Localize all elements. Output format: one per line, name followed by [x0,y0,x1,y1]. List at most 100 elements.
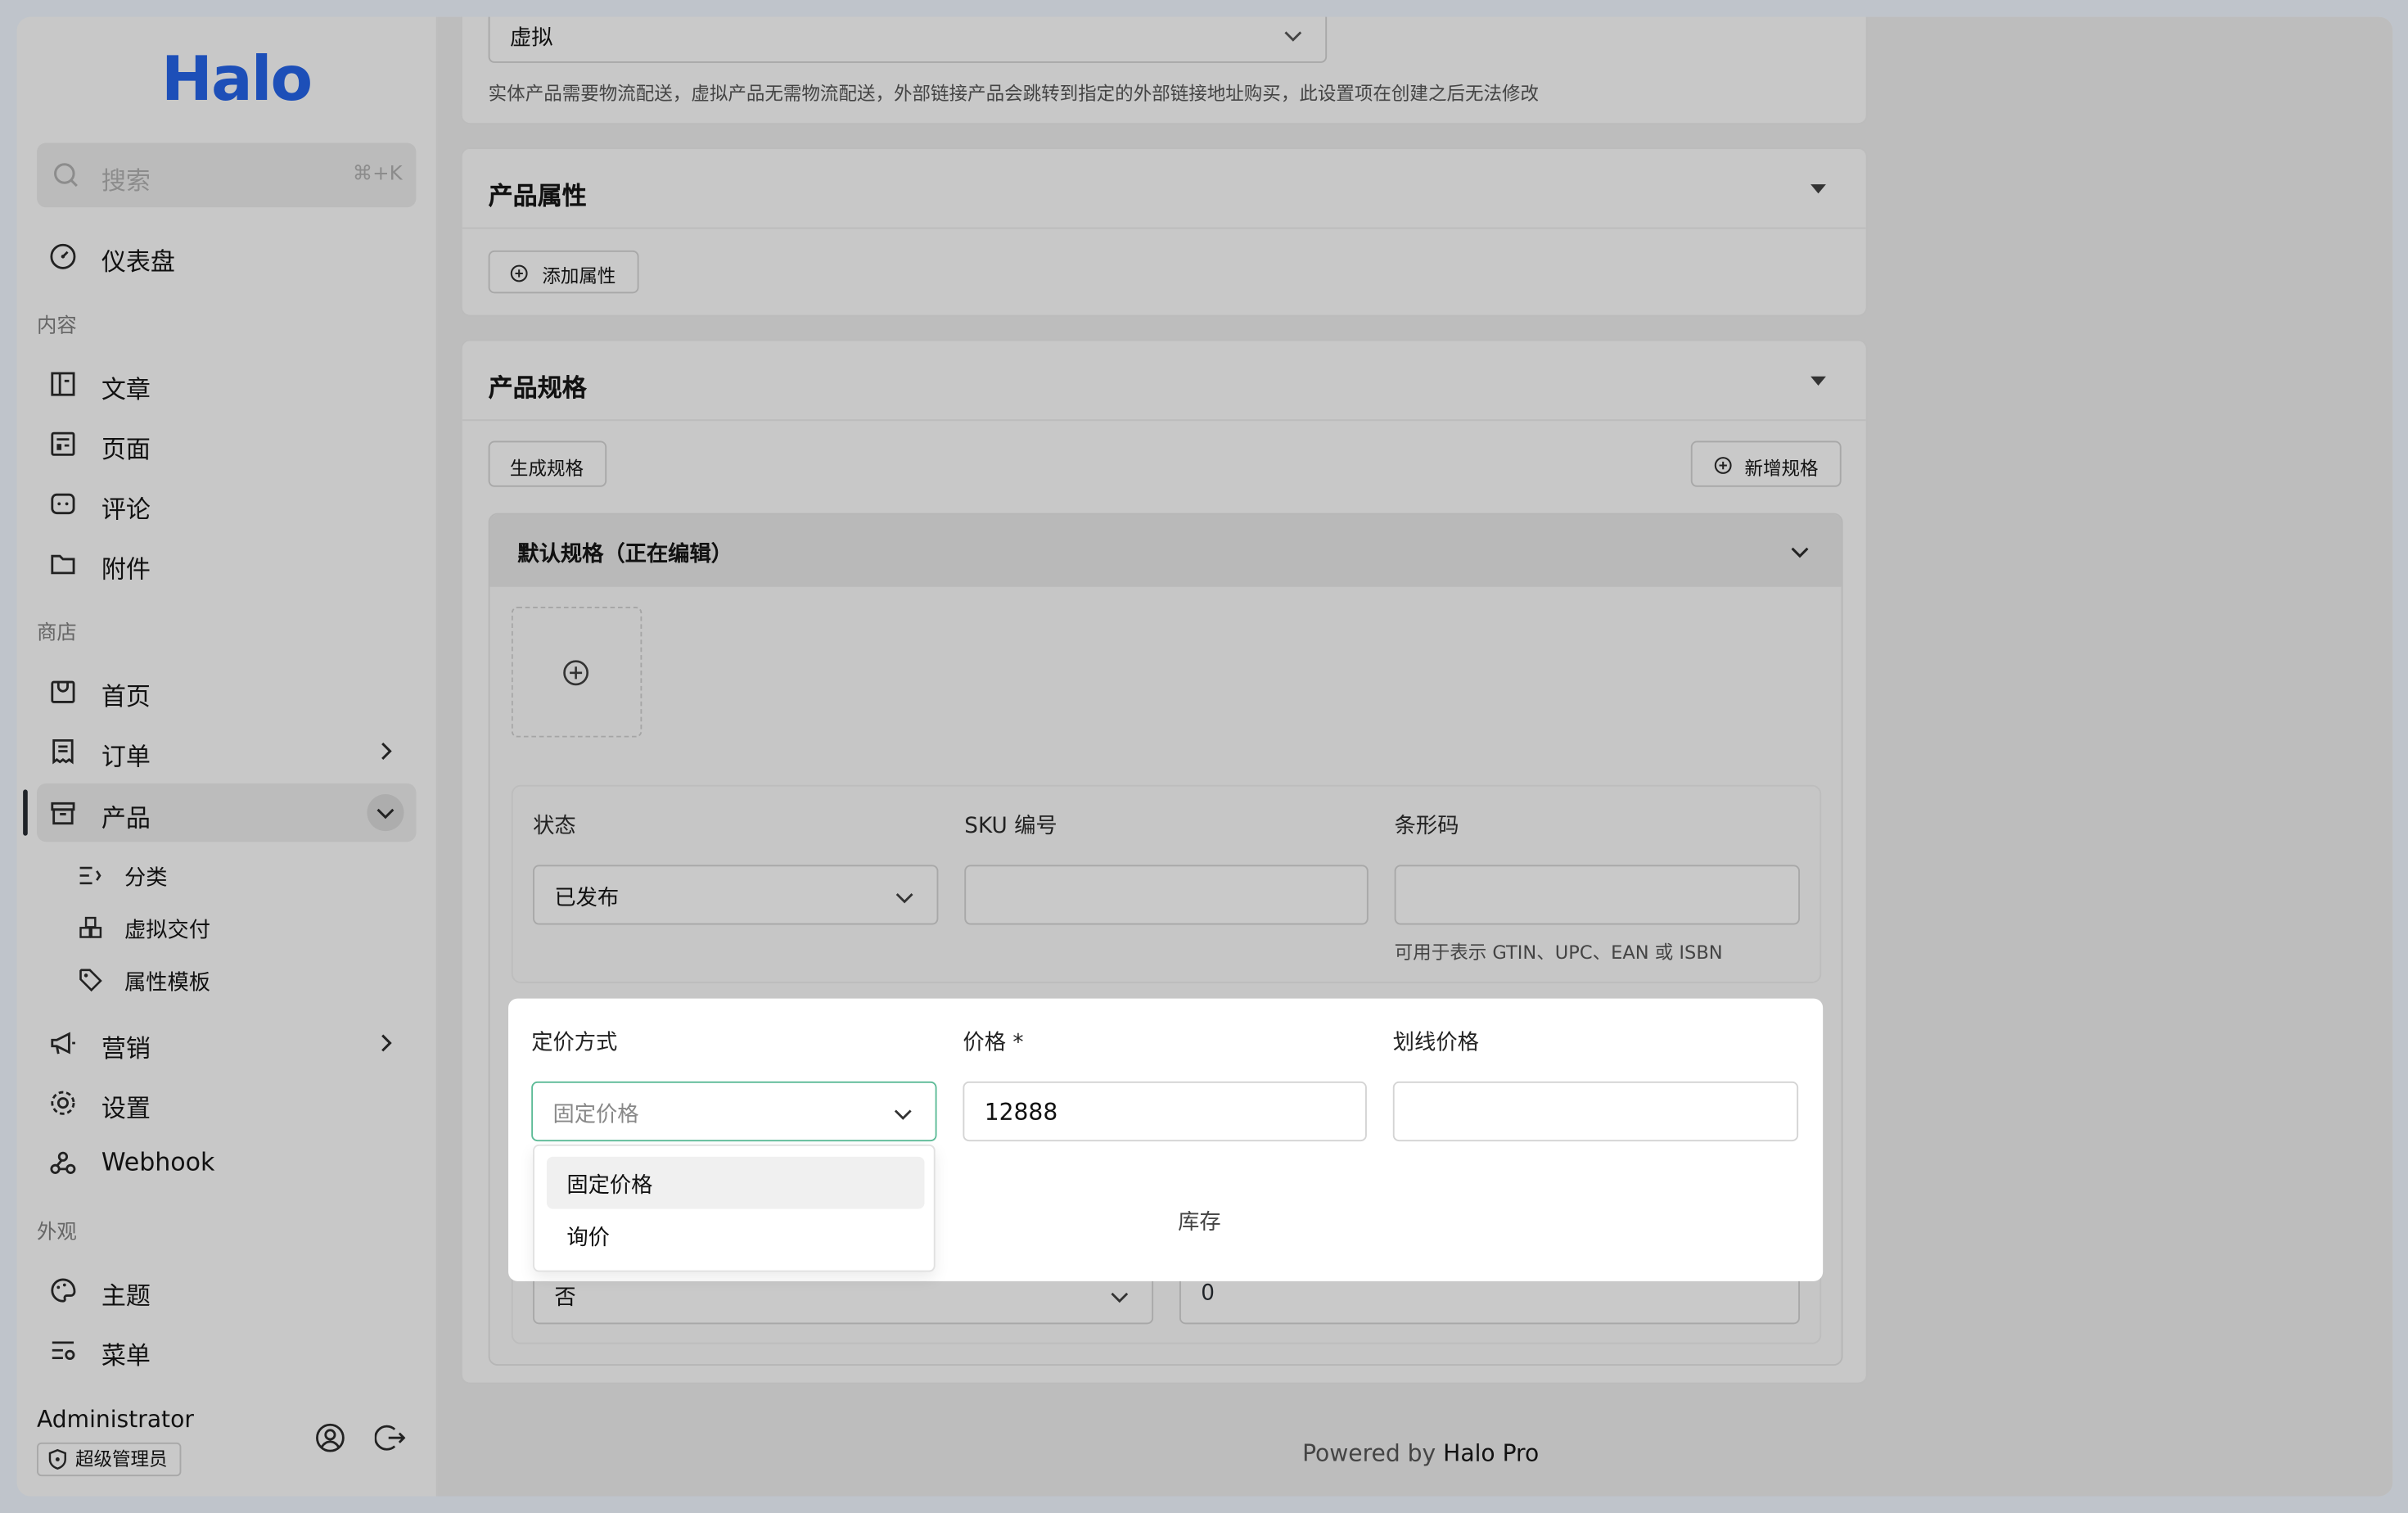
group-label-shop: 商店 [37,621,77,646]
sidebar-item-menus[interactable]: 菜单 [37,1321,416,1380]
sidebar-item-shop-home[interactable]: 首页 [37,662,416,720]
card-title: 产品规格 [488,373,587,403]
card-title: 产品属性 [488,181,587,211]
sidebar-item-marketing[interactable]: 营销 [37,1014,416,1072]
footer-brand[interactable]: Halo Pro [1443,1439,1539,1467]
chevron-right-icon [381,743,392,760]
generate-spec-button[interactable]: 生成规格 [488,440,607,487]
group-label-appearance: 外观 [37,1221,77,1244]
sidebar-item-attachments[interactable]: 附件 [37,535,416,593]
caret-down-icon[interactable] [1809,183,1828,195]
button-label: 添加属性 [542,265,616,287]
chevron-down-icon [1284,31,1302,42]
sidebar-subitem-virtual-delivery[interactable]: 虚拟交付 [79,905,417,951]
role-badge: 超级管理员 [37,1442,182,1477]
dropdown-option-fixed[interactable]: 固定价格 [546,1156,925,1209]
user-name: Administrator [37,1405,194,1434]
sidebar-item-label: 附件 [101,554,151,584]
palette-icon [51,1278,76,1303]
sidebar-item-label: 文章 [101,374,151,404]
select-value: 虚拟 [509,25,553,51]
barcode-hint: 可用于表示 GTIN、UPC、EAN 或 ISBN [1394,942,1723,964]
sidebar-item-label: 页面 [101,434,151,464]
sku-input[interactable] [964,865,1369,925]
default-spec-header[interactable]: 默认规格（正在编辑） [489,514,1842,587]
search-shortcut: ⌘+K [352,162,403,187]
product-attributes-card: 产品属性 添加属性 [460,147,1868,317]
plus-circle-icon [510,264,528,282]
divider [462,419,1866,422]
sidebar-item-webhook[interactable]: Webhook [37,1134,416,1192]
search-placeholder: 搜索 [101,165,151,196]
caret-down-icon[interactable] [1809,375,1828,387]
logout-icon[interactable] [374,1422,406,1453]
image-upload-box[interactable] [511,607,643,738]
tag-icon [79,969,102,992]
halo-logo[interactable]: Halo [161,44,313,115]
chevron-down-icon [895,892,913,904]
select-value: 已发布 [554,886,620,911]
megaphone-icon [51,1032,75,1055]
dashboard-icon [50,243,76,269]
strike-price-label: 划线价格 [1392,1030,1479,1056]
button-label: 新增规格 [1744,458,1819,480]
sidebar-item-posts[interactable]: 文章 [37,355,416,413]
option-label: 询价 [566,1226,610,1251]
barcode-label: 条形码 [1394,814,1459,839]
folder-icon [51,554,75,575]
sidebar-item-orders[interactable]: 订单 [37,722,416,780]
default-spec-title: 默认规格（正在编辑） [517,542,733,567]
archive-icon [51,802,75,825]
search-box[interactable]: 搜索 ⌘+K [37,142,417,208]
sidebar-item-label: 营销 [101,1033,151,1064]
group-label-content: 内容 [37,314,77,338]
status-label: 状态 [533,814,576,839]
collapse-toggle[interactable] [367,794,404,832]
price-label: 价格 * [963,1030,1024,1056]
boxes-icon [79,916,102,938]
sidebar-subitem-attribute-templates[interactable]: 属性模板 [79,957,417,1003]
strike-price-input[interactable] [1392,1081,1799,1142]
sidebar-item-label: Webhook [101,1147,215,1177]
add-attribute-button[interactable]: 添加属性 [488,250,639,294]
select-value: 固定价格 [552,1103,639,1128]
sidebar-item-label: 首页 [101,682,151,711]
new-spec-button[interactable]: 新增规格 [1690,440,1842,487]
sidebar-item-label: 设置 [101,1093,151,1123]
sidebar-item-label: 产品 [101,803,151,833]
select-value: 否 [554,1285,576,1311]
menu-settings-icon [52,1341,75,1360]
product-type-card: 虚拟 实体产品需要物流配送，虚拟产品无需物流配送，外部链接产品会跳转到指定的外部… [460,16,1868,124]
sidebar-item-products[interactable]: 产品 [37,783,417,842]
input-value: 0 [1201,1280,1215,1306]
shield-icon [48,1448,66,1470]
divider [462,227,1866,229]
button-label: 生成规格 [509,458,584,480]
plus-circle-icon [1714,457,1732,474]
chevron-down-icon [377,808,395,820]
sidebar-item-settings[interactable]: 设置 [37,1074,416,1132]
product-type-select[interactable]: 虚拟 [488,16,1328,63]
user-profile-icon[interactable] [315,1422,346,1453]
dropdown-option-inquiry[interactable]: 询价 [547,1209,925,1262]
sidebar-item-label: 仪表盘 [101,247,175,277]
price-input[interactable]: 12888 [963,1081,1367,1142]
status-select[interactable]: 已发布 [533,865,939,925]
active-indicator [23,789,28,836]
chevron-down-icon [894,1109,912,1120]
sidebar-subitem-label: 虚拟交付 [124,919,211,944]
sidebar-subitem-categories[interactable]: 分类 [79,852,417,898]
list-icon [79,866,101,885]
sidebar-item-themes[interactable]: 主题 [37,1261,416,1319]
product-type-hint: 实体产品需要物流配送，虚拟产品无需物流配送，外部链接产品会跳转到指定的外部链接地… [488,83,1540,105]
sidebar: Halo 搜索 ⌘+K 仪表盘 内容 文章 页面 评论 附件 商店 首页 订单 … [16,16,438,1497]
sidebar-item-pages[interactable]: 页面 [37,415,416,473]
barcode-input[interactable] [1394,865,1800,925]
pricing-method-select[interactable]: 固定价格 [531,1081,937,1142]
app-window: Halo 搜索 ⌘+K 仪表盘 内容 文章 页面 评论 附件 商店 首页 订单 … [16,16,2393,1497]
sidebar-item-comments[interactable]: 评论 [37,475,416,533]
sidebar-item-dashboard[interactable]: 仪表盘 [37,228,416,286]
chevron-down-icon [1111,1292,1129,1303]
search-icon [54,163,78,187]
role-label: 超级管理员 [74,1448,168,1470]
